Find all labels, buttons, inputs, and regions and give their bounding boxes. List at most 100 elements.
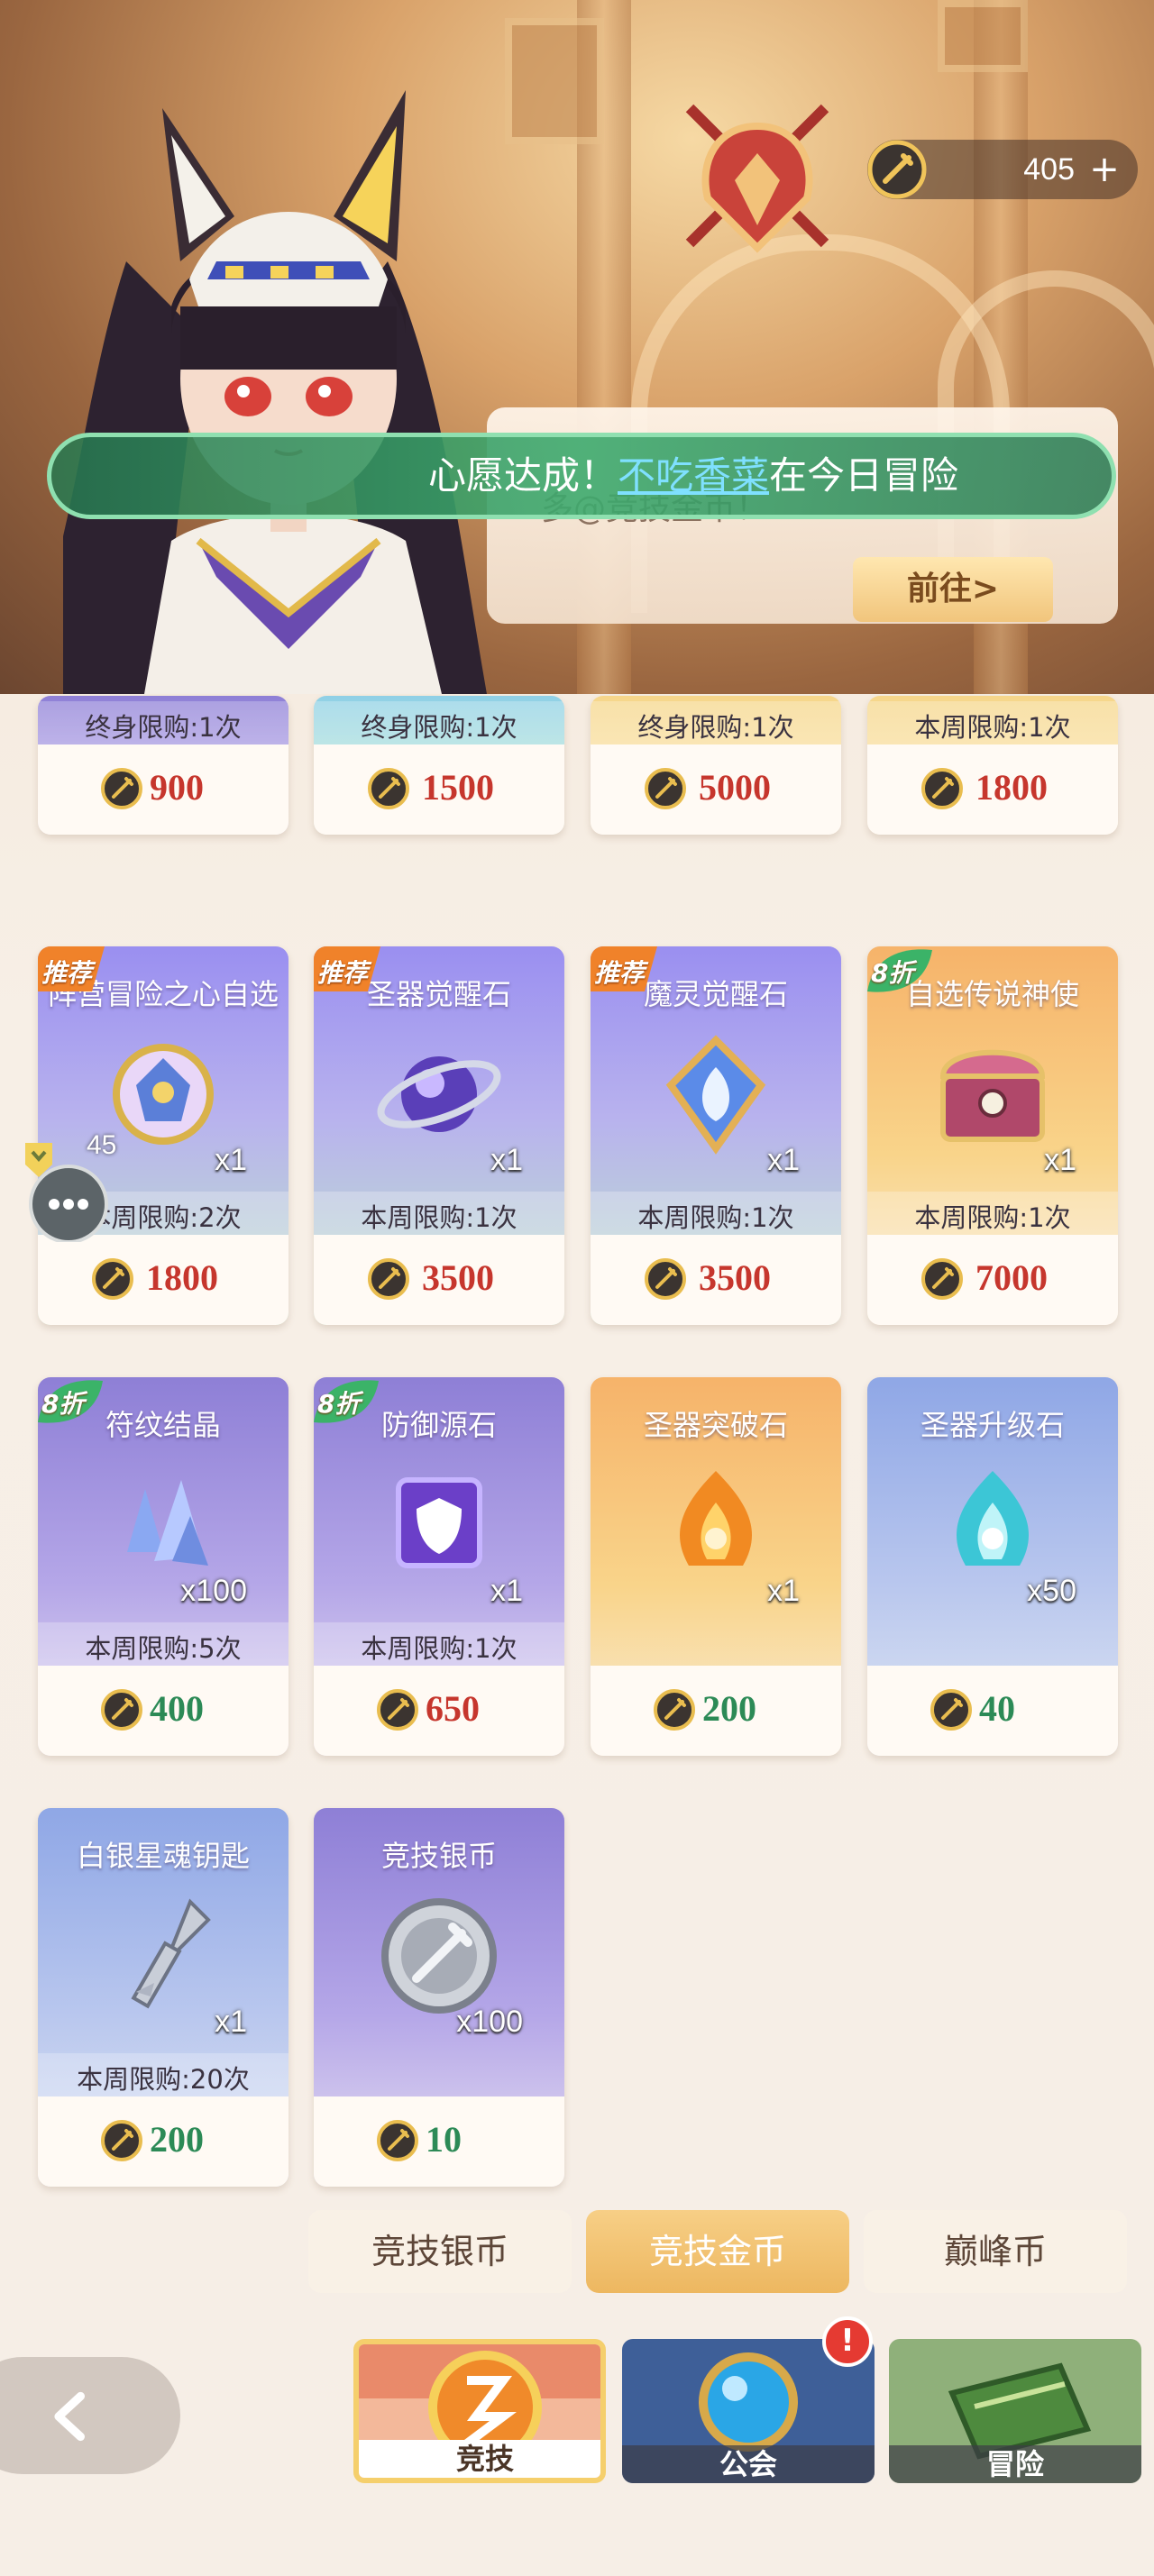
item-price: 1800 <box>146 1257 218 1298</box>
currency-amount: 405 <box>1023 152 1075 187</box>
character-portrait <box>63 90 487 694</box>
arena-gold-coin-icon <box>645 1258 686 1300</box>
wish-prefix: 心愿达成！ <box>428 453 618 498</box>
arena-gold-coin-icon <box>368 768 409 809</box>
badge-label: 8折 <box>41 1389 85 1419</box>
arena-gold-coin-icon <box>654 1689 695 1731</box>
arena-gold-coin-icon <box>101 2120 142 2161</box>
shop-item-card[interactable]: 圣器升级石 x50 40 <box>867 1377 1118 1756</box>
gold-currency-counter: 405 + <box>867 140 1138 199</box>
discount-badge: 8折 <box>38 1377 110 1428</box>
badge-label: 推荐 <box>594 958 646 988</box>
purchase-limit: 本周限购:1次 <box>361 1202 517 1233</box>
item-quantity: x1 <box>215 2005 247 2039</box>
recommend-badge: 推荐 <box>314 946 386 997</box>
item-quantity: x1 <box>767 1574 800 1608</box>
item-name: 圣器突破石 <box>643 1408 788 1442</box>
item-price: 900 <box>150 767 204 808</box>
shop-item-card[interactable]: 自选传说神使 x1 本周限购:1次 7000 8折 <box>867 946 1118 1325</box>
arena-gold-coin-icon <box>867 140 927 199</box>
item-quantity: x1 <box>1044 1143 1076 1177</box>
chevron-left-icon <box>54 2391 86 2442</box>
tab-arena-gold[interactable]: 竞技金币 <box>586 2210 849 2293</box>
recommend-badge: 推荐 <box>591 946 663 997</box>
shop-item-card[interactable]: x1终身限购:1次900 <box>38 696 288 835</box>
arena-crest-icon <box>685 104 829 253</box>
orbit-sphere-icon <box>377 1056 501 1132</box>
item-price: 5000 <box>699 767 771 808</box>
shop-item-card[interactable]: x1本周限购:1次1800 <box>867 696 1118 835</box>
chevron-right-icon: > <box>971 571 1000 607</box>
item-quantity: x50 <box>1027 1574 1076 1608</box>
shop-item-card[interactable]: x1终身限购:1次5000 <box>591 696 841 835</box>
item-price: 200 <box>150 2119 204 2160</box>
item-price: 1800 <box>975 767 1048 808</box>
badge-label: 推荐 <box>317 958 369 988</box>
nav-guild-label: 公会 <box>622 2445 875 2483</box>
nav-adventure-label: 冒险 <box>889 2445 1141 2483</box>
shield-gem-icon <box>396 1477 482 1568</box>
purchase-limit: 本周限购:5次 <box>85 1633 242 1664</box>
item-price: 3500 <box>699 1257 771 1298</box>
item-price: 7000 <box>975 1257 1048 1298</box>
go-button-label: 前往 <box>906 571 972 607</box>
shop-item-card[interactable]: 魔灵觉醒石 x1 本周限购:1次 3500 推荐 <box>591 946 841 1325</box>
wish-fulfilled-text: 心愿达成！不吃香菜在今日冒险 <box>428 449 958 503</box>
purchase-limit: 终身限购:1次 <box>85 712 242 743</box>
chat-unread-count: 45 <box>87 1130 117 1160</box>
shop-item-card[interactable]: 白银星魂钥匙 x1 本周限购:20次 200 <box>38 1808 288 2187</box>
item-price: 3500 <box>422 1257 494 1298</box>
discount-badge: 8折 <box>867 946 939 997</box>
arena-gold-coin-icon <box>377 1689 418 1731</box>
arena-gold-coin-icon <box>368 1258 409 1300</box>
item-price: 400 <box>150 1688 204 1729</box>
add-currency-button[interactable]: + <box>1084 149 1125 190</box>
back-button[interactable] <box>0 2357 180 2474</box>
discount-badge: 8折 <box>314 1377 386 1428</box>
arena-gold-coin-icon <box>930 1689 972 1731</box>
item-price: 650 <box>426 1688 480 1729</box>
arena-gold-coin-icon <box>92 1258 133 1300</box>
item-quantity: x100 <box>180 1574 247 1608</box>
silver-key-icon <box>131 1898 211 2009</box>
tab-arena-silver[interactable]: 竞技银币 <box>308 2210 572 2293</box>
go-button[interactable]: 前往> <box>853 557 1053 622</box>
item-price: 10 <box>426 2119 462 2160</box>
item-quantity: x100 <box>456 2005 523 2039</box>
item-name: 竞技银币 <box>380 1839 497 1873</box>
nav-arena[interactable]: 竞技 <box>353 2339 606 2483</box>
badge-label: 8折 <box>317 1389 361 1419</box>
item-price: 40 <box>979 1688 1015 1729</box>
treasure-chest-icon <box>939 1049 1046 1142</box>
wish-user-link[interactable]: 不吃香菜 <box>618 453 769 498</box>
purchase-limit: 本周限购:1次 <box>361 1633 517 1664</box>
shop-item-card[interactable]: 竞技银币 x100 10 <box>314 1808 564 2187</box>
arena-gold-coin-icon <box>645 768 686 809</box>
badge-label: 推荐 <box>41 958 93 988</box>
item-price: 1500 <box>422 767 494 808</box>
arena-gold-coin-icon <box>921 768 963 809</box>
shop-item-card[interactable]: 防御源石 x1 本周限购:1次 650 8折 <box>314 1377 564 1756</box>
nav-arena-label: 竞技 <box>359 2440 600 2478</box>
arena-gold-coin-icon <box>101 1689 142 1731</box>
shop-item-card[interactable]: 圣器觉醒石 x1 本周限购:1次 3500 推荐 <box>314 946 564 1325</box>
arena-gold-coin-icon <box>101 768 142 809</box>
item-quantity: x1 <box>215 1143 247 1177</box>
arena-gold-coin-icon <box>377 2120 418 2161</box>
shop-item-card[interactable]: 符纹结晶 x100 本周限购:5次 400 8折 <box>38 1377 288 1756</box>
item-price: 200 <box>702 1688 756 1729</box>
guild-alert-badge: ! <box>822 2316 873 2367</box>
item-quantity: x1 <box>767 1143 800 1177</box>
recommend-badge: 推荐 <box>38 946 110 997</box>
purchase-limit: 本周限购:1次 <box>914 1202 1071 1233</box>
shop-item-card[interactable]: x1终身限购:1次1500 <box>314 696 564 835</box>
tab-peak-coin[interactable]: 巅峰币 <box>864 2210 1127 2293</box>
arena-gold-coin-icon <box>921 1258 963 1300</box>
nav-adventure[interactable]: 冒险 <box>889 2339 1141 2483</box>
purchase-limit: 终身限购:1次 <box>361 712 517 743</box>
shop-screen: 405 + 多@竞技金币！ 前往> 心愿达成！不吃香菜在今日冒险 x1终身限购:… <box>0 0 1154 2576</box>
shop-item-card[interactable]: 圣器突破石 x1 200 <box>591 1377 841 1756</box>
item-quantity: x1 <box>490 1574 523 1608</box>
item-name: 圣器升级石 <box>920 1408 1065 1442</box>
background-painting <box>938 0 1028 72</box>
